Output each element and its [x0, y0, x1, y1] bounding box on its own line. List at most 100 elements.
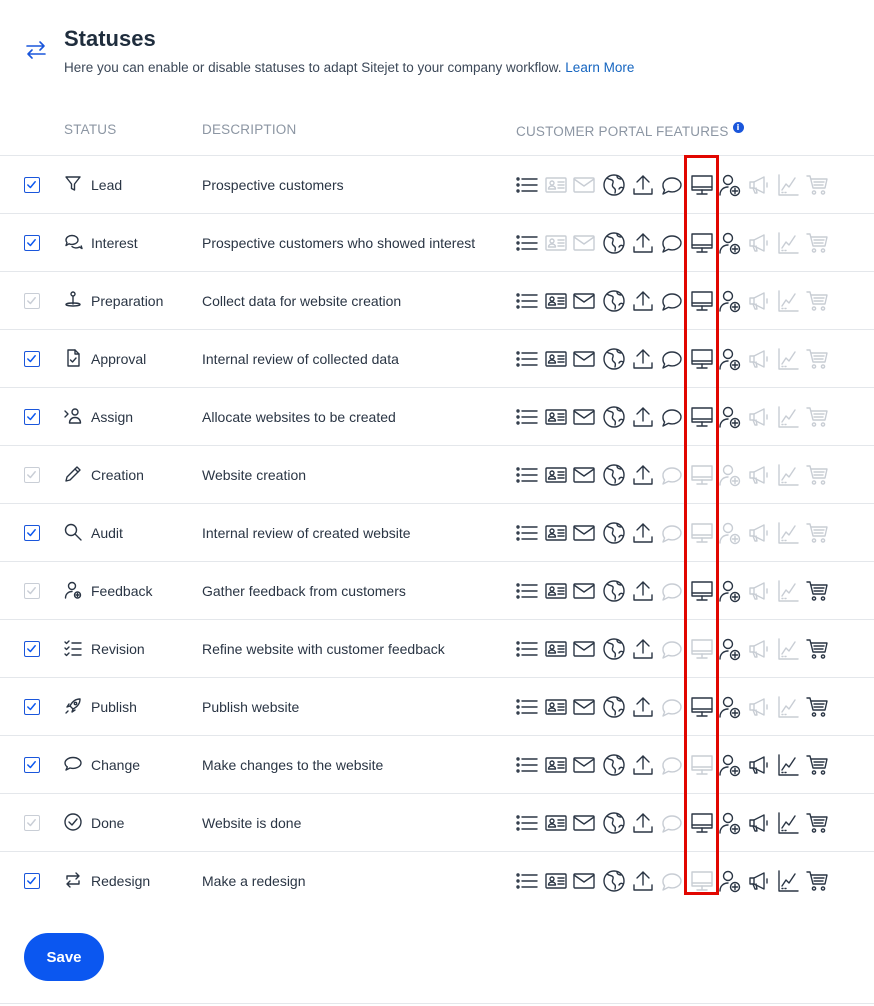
feature-toggle-list[interactable]: [514, 519, 540, 547]
status-checkbox[interactable]: [24, 815, 40, 831]
feature-toggle-cart[interactable]: [804, 577, 830, 605]
feature-toggle-monitor[interactable]: [689, 171, 715, 199]
feature-toggle-upload[interactable]: [630, 461, 656, 489]
feature-toggle-contact-card[interactable]: [543, 461, 569, 489]
feature-toggle-contact-card[interactable]: [543, 403, 569, 431]
feature-toggle-upload[interactable]: [630, 751, 656, 779]
feature-toggle-comment[interactable]: [659, 577, 685, 605]
status-checkbox[interactable]: [24, 873, 40, 889]
feature-toggle-chart[interactable]: [775, 403, 801, 431]
feature-toggle-add-user[interactable]: [717, 461, 743, 489]
feature-toggle-upload[interactable]: [630, 345, 656, 373]
feature-toggle-comment[interactable]: [659, 809, 685, 837]
feature-toggle-monitor[interactable]: [689, 867, 715, 895]
feature-toggle-upload[interactable]: [630, 635, 656, 663]
feature-toggle-mail[interactable]: [571, 751, 597, 779]
feature-toggle-cart[interactable]: [804, 287, 830, 315]
feature-toggle-list[interactable]: [514, 403, 540, 431]
feature-toggle-cart[interactable]: [804, 693, 830, 721]
feature-toggle-cart[interactable]: [804, 229, 830, 257]
feature-toggle-mail[interactable]: [571, 345, 597, 373]
status-checkbox[interactable]: [24, 177, 40, 193]
feature-toggle-monitor[interactable]: [689, 229, 715, 257]
feature-toggle-cart[interactable]: [804, 171, 830, 199]
feature-toggle-cart[interactable]: [804, 345, 830, 373]
feature-toggle-globe[interactable]: [601, 519, 627, 547]
feature-toggle-globe[interactable]: [601, 171, 627, 199]
feature-toggle-megaphone[interactable]: [746, 461, 772, 489]
feature-toggle-globe[interactable]: [601, 751, 627, 779]
feature-toggle-mail[interactable]: [571, 693, 597, 721]
feature-toggle-contact-card[interactable]: [543, 635, 569, 663]
feature-toggle-megaphone[interactable]: [746, 809, 772, 837]
feature-toggle-add-user[interactable]: [717, 345, 743, 373]
feature-toggle-megaphone[interactable]: [746, 751, 772, 779]
feature-toggle-upload[interactable]: [630, 809, 656, 837]
feature-toggle-chart[interactable]: [775, 287, 801, 315]
feature-toggle-mail[interactable]: [571, 635, 597, 663]
feature-toggle-cart[interactable]: [804, 635, 830, 663]
feature-toggle-monitor[interactable]: [689, 403, 715, 431]
feature-toggle-globe[interactable]: [601, 287, 627, 315]
feature-toggle-cart[interactable]: [804, 809, 830, 837]
feature-toggle-chart[interactable]: [775, 171, 801, 199]
feature-toggle-monitor[interactable]: [689, 751, 715, 779]
feature-toggle-upload[interactable]: [630, 867, 656, 895]
feature-toggle-add-user[interactable]: [717, 693, 743, 721]
feature-toggle-add-user[interactable]: [717, 577, 743, 605]
info-icon[interactable]: i: [732, 122, 744, 133]
feature-toggle-megaphone[interactable]: [746, 693, 772, 721]
feature-toggle-chart[interactable]: [775, 809, 801, 837]
feature-toggle-comment[interactable]: [659, 519, 685, 547]
feature-toggle-list[interactable]: [514, 577, 540, 605]
feature-toggle-chart[interactable]: [775, 345, 801, 373]
feature-toggle-megaphone[interactable]: [746, 519, 772, 547]
feature-toggle-contact-card[interactable]: [543, 867, 569, 895]
feature-toggle-upload[interactable]: [630, 577, 656, 605]
feature-toggle-add-user[interactable]: [717, 287, 743, 315]
feature-toggle-megaphone[interactable]: [746, 229, 772, 257]
feature-toggle-comment[interactable]: [659, 461, 685, 489]
feature-toggle-chart[interactable]: [775, 693, 801, 721]
feature-toggle-chart[interactable]: [775, 461, 801, 489]
feature-toggle-cart[interactable]: [804, 751, 830, 779]
feature-toggle-monitor[interactable]: [689, 519, 715, 547]
feature-toggle-comment[interactable]: [659, 751, 685, 779]
feature-toggle-add-user[interactable]: [717, 867, 743, 895]
status-checkbox[interactable]: [24, 351, 40, 367]
feature-toggle-list[interactable]: [514, 287, 540, 315]
feature-toggle-monitor[interactable]: [689, 693, 715, 721]
feature-toggle-upload[interactable]: [630, 229, 656, 257]
feature-toggle-globe[interactable]: [601, 345, 627, 373]
status-checkbox[interactable]: [24, 467, 40, 483]
feature-toggle-list[interactable]: [514, 345, 540, 373]
feature-toggle-globe[interactable]: [601, 403, 627, 431]
feature-toggle-contact-card[interactable]: [543, 229, 569, 257]
feature-toggle-globe[interactable]: [601, 577, 627, 605]
feature-toggle-mail[interactable]: [571, 809, 597, 837]
status-checkbox[interactable]: [24, 235, 40, 251]
feature-toggle-globe[interactable]: [601, 635, 627, 663]
feature-toggle-contact-card[interactable]: [543, 809, 569, 837]
feature-toggle-monitor[interactable]: [689, 809, 715, 837]
feature-toggle-mail[interactable]: [571, 577, 597, 605]
feature-toggle-monitor[interactable]: [689, 577, 715, 605]
feature-toggle-mail[interactable]: [571, 867, 597, 895]
feature-toggle-add-user[interactable]: [717, 809, 743, 837]
feature-toggle-monitor[interactable]: [689, 287, 715, 315]
feature-toggle-chart[interactable]: [775, 751, 801, 779]
feature-toggle-megaphone[interactable]: [746, 287, 772, 315]
feature-toggle-contact-card[interactable]: [543, 171, 569, 199]
feature-toggle-globe[interactable]: [601, 693, 627, 721]
feature-toggle-mail[interactable]: [571, 461, 597, 489]
feature-toggle-comment[interactable]: [659, 635, 685, 663]
status-checkbox[interactable]: [24, 699, 40, 715]
feature-toggle-comment[interactable]: [659, 171, 685, 199]
feature-toggle-mail[interactable]: [571, 229, 597, 257]
feature-toggle-add-user[interactable]: [717, 229, 743, 257]
feature-toggle-chart[interactable]: [775, 519, 801, 547]
status-checkbox[interactable]: [24, 525, 40, 541]
feature-toggle-list[interactable]: [514, 461, 540, 489]
feature-toggle-contact-card[interactable]: [543, 577, 569, 605]
feature-toggle-list[interactable]: [514, 229, 540, 257]
